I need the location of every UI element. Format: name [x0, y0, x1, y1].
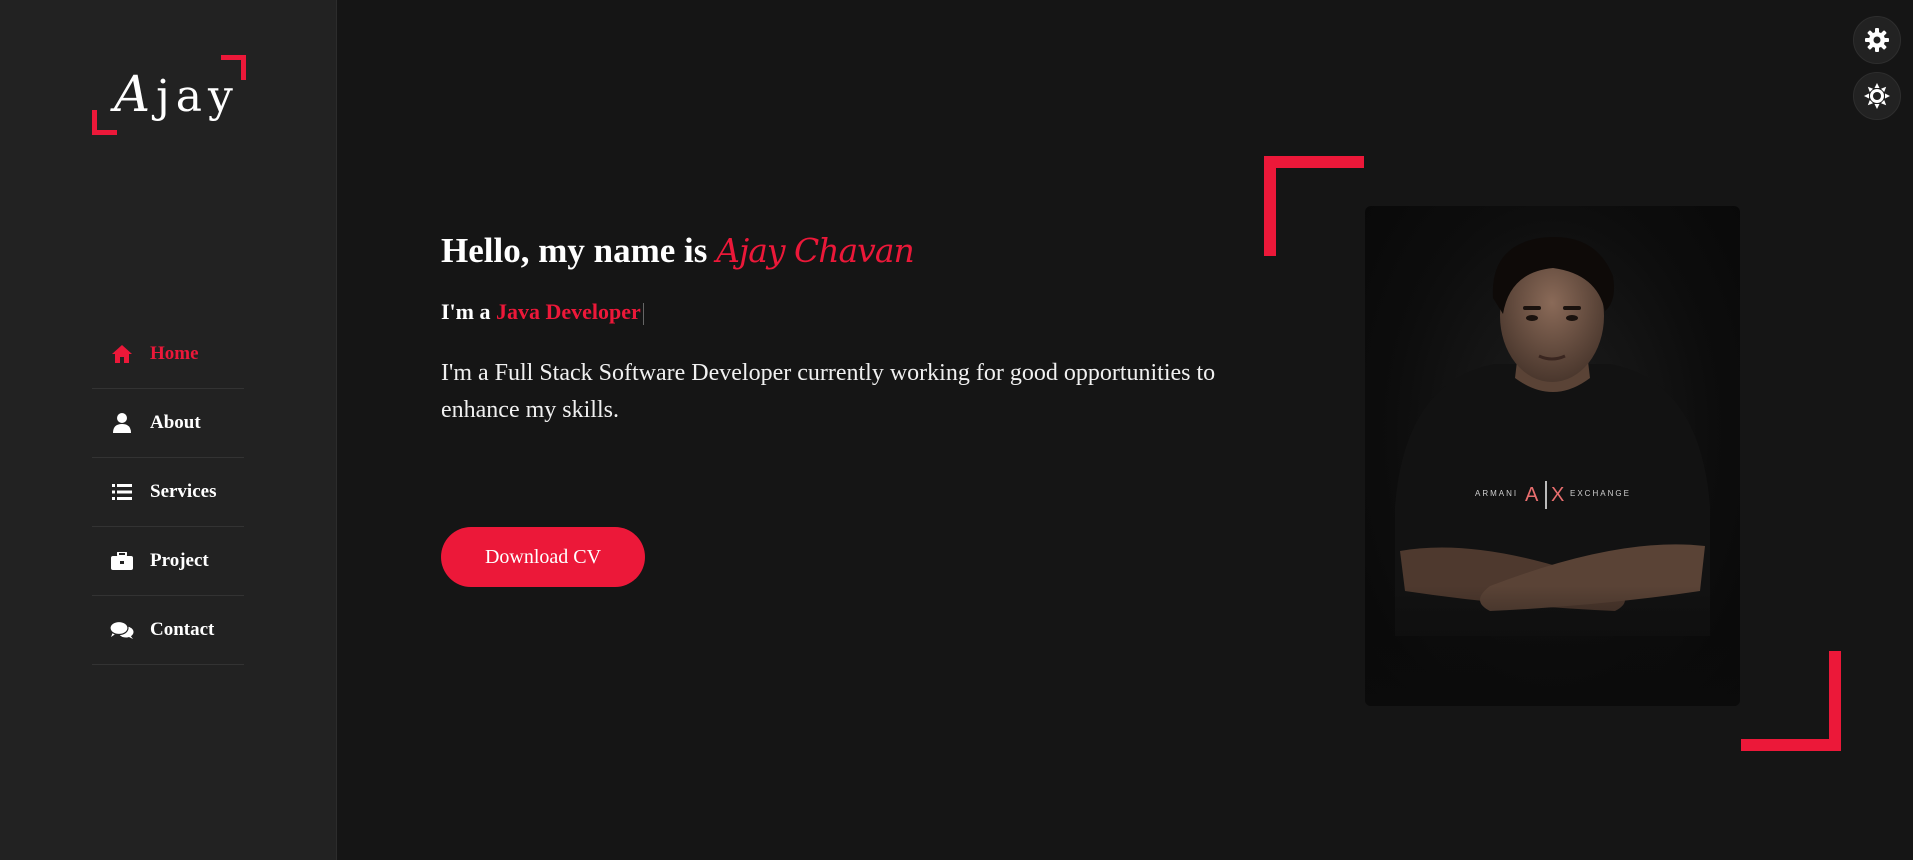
logo-rest: jay	[156, 71, 239, 122]
profile-photo: ARMANI A X EXCHANGE	[1365, 206, 1740, 706]
hero-name: Ajay Chavan	[716, 231, 915, 270]
typing-cursor	[642, 302, 644, 325]
sidebar: Ajay Home About Services Project Contact	[0, 0, 337, 860]
role-line: I'm a Java Developer	[441, 297, 1271, 327]
logo[interactable]: Ajay	[92, 55, 246, 135]
briefcase-icon	[110, 550, 134, 572]
role-title: Java Developer	[496, 299, 641, 324]
nav-item-about[interactable]: About	[92, 389, 244, 458]
photo-frame-bottom-right	[1741, 651, 1841, 751]
settings-button[interactable]	[1853, 16, 1901, 64]
user-icon	[110, 412, 134, 434]
greeting-text: Hello, my name is	[441, 231, 717, 270]
main-nav: Home About Services Project Contact	[92, 320, 244, 665]
photo-frame-top-left	[1264, 156, 1364, 256]
role-prefix: I'm a	[441, 299, 496, 324]
nav-label-home: Home	[150, 343, 199, 364]
svg-text:ARMANI: ARMANI	[1475, 489, 1518, 498]
hero-section: Hello, my name is Ajay Chavan I'm a Java…	[441, 225, 1271, 429]
list-icon	[110, 481, 134, 503]
logo-text: Ajay	[114, 65, 239, 123]
nav-item-services[interactable]: Services	[92, 458, 244, 527]
logo-first-letter: A	[114, 65, 157, 123]
hero-description: I'm a Full Stack Software Developer curr…	[441, 360, 1216, 423]
nav-item-contact[interactable]: Contact	[92, 596, 244, 665]
theme-toggle-button[interactable]	[1853, 72, 1901, 120]
gear-icon	[1865, 28, 1889, 52]
sun-icon	[1864, 83, 1890, 109]
nav-item-project[interactable]: Project	[92, 527, 244, 596]
comments-icon	[110, 619, 134, 641]
svg-text:EXCHANGE: EXCHANGE	[1570, 489, 1631, 498]
profile-photo-illustration: ARMANI A X EXCHANGE	[1365, 237, 1740, 706]
nav-item-home[interactable]: Home	[92, 320, 244, 389]
nav-label-contact: Contact	[150, 619, 215, 640]
svg-text:A: A	[1525, 484, 1539, 506]
download-cv-button[interactable]: Download CV	[441, 527, 645, 587]
nav-label-about: About	[150, 412, 201, 433]
nav-label-services: Services	[150, 481, 217, 502]
home-icon	[110, 343, 134, 365]
svg-text:X: X	[1551, 484, 1564, 506]
nav-label-project: Project	[150, 550, 209, 571]
greeting-heading: Hello, my name is Ajay Chavan	[441, 225, 1271, 277]
